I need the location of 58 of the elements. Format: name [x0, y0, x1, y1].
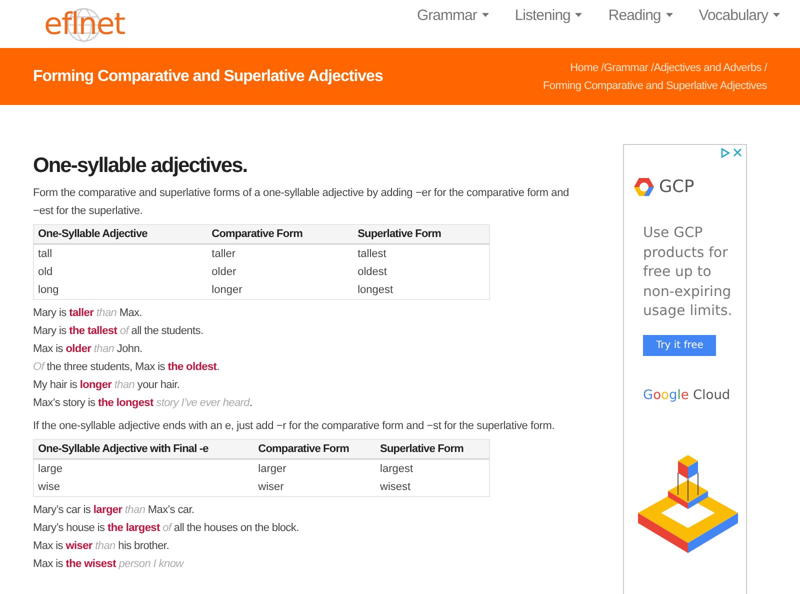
- column-header: Comparative Form: [254, 440, 376, 459]
- breadcrumb-link[interactable]: Home: [570, 62, 598, 74]
- table-cell: oldest: [354, 263, 490, 281]
- play-icon[interactable]: [720, 148, 730, 158]
- breadcrumb-separator: /: [601, 62, 604, 74]
- example-sentence: Mary is taller than Max.: [33, 306, 143, 321]
- table-cell: longer: [208, 281, 354, 300]
- nav-dropdown[interactable]: Reading: [608, 6, 673, 24]
- table-cell: wisest: [376, 478, 490, 496]
- caret-icon: [482, 13, 489, 17]
- example-sentence: Mary’s house is the largest of all the houses on the block.: [33, 521, 300, 536]
- try-free-button[interactable]: Try it free: [643, 334, 716, 356]
- example-sentence: My hair is longer than your hair.: [33, 378, 181, 393]
- breadcrumb-current: Forming Comparative and Superlative Adjectives: [542, 78, 767, 94]
- breadcrumb-separator: /: [650, 62, 654, 74]
- table-cell: old: [34, 263, 208, 281]
- breadcrumb-link[interactable]: Grammar: [604, 62, 648, 74]
- table-cell: larger: [254, 459, 376, 478]
- table-cell: wiser: [254, 478, 376, 496]
- column-header: Comparative Form: [208, 224, 354, 244]
- ad-logo-text: Google Cloud: [643, 388, 730, 402]
- example-sentence: Max is wiser than his brother.: [33, 539, 170, 554]
- hexagon-logo-icon: [633, 177, 655, 197]
- intro-paragraph: Form the comparative and superlative forms of a one-syllable adjective by adding −er for the comparative form and −est for the superlative.: [33, 186, 570, 219]
- example-sentence: Of the three students, Max is the oldest.: [33, 360, 220, 375]
- table-cell-text: older: [210, 265, 238, 280]
- table-cell: large: [34, 459, 254, 478]
- column-header: Superlative Form: [376, 440, 490, 459]
- table-cell: largest: [376, 459, 490, 478]
- section-heading: One-syllable adjectives.: [33, 154, 248, 178]
- ad-headline: Use GCP products for free up to non-expiring usage limits.: [643, 224, 734, 321]
- breadcrumb-separator: /: [764, 62, 767, 74]
- column-header: Superlative Form: [354, 224, 490, 244]
- table-cell: longest: [354, 281, 490, 300]
- table-cell: tall: [34, 244, 208, 263]
- nav-dropdown[interactable]: Grammar: [417, 6, 489, 24]
- site-logo[interactable]: eflnet: [44, 4, 125, 44]
- ad-brand: GCP: [659, 177, 694, 197]
- example-sentence: Max’s story is the longest story I’ve ever heard.: [33, 396, 254, 411]
- breadcrumb-link[interactable]: Adjectives and Adverbs: [654, 62, 762, 74]
- example-sentence: Mary’s car is larger than Max’s car.: [33, 503, 196, 518]
- page-title: Forming Comparative and Superlative Adjectives: [33, 68, 383, 86]
- caret-icon: [773, 13, 780, 17]
- column-header: One-Syllable Adjective with Final -e: [34, 440, 254, 459]
- example-sentence: Max is the wisest person I know: [33, 557, 185, 572]
- table-cell: long: [34, 281, 208, 300]
- close-icon[interactable]: [733, 148, 742, 157]
- caret-icon: [666, 13, 673, 17]
- table-cell: taller: [208, 244, 354, 263]
- caret-icon: [575, 13, 582, 17]
- nav-dropdown[interactable]: Listening: [514, 6, 582, 24]
- example-sentence: Max is older than John.: [33, 342, 144, 357]
- nav-dropdown[interactable]: Vocabulary: [698, 6, 780, 24]
- table-cell: tallest: [354, 244, 490, 263]
- column-header: One-Syllable Adjective: [34, 224, 208, 244]
- intro-paragraph: If the one-syllable adjective ends with an e, just add −r for the comparative form and −st for the superlative form.: [33, 419, 556, 434]
- table-cell: wise: [34, 478, 254, 496]
- example-sentence: Mary is the tallest of all the students.: [33, 324, 204, 339]
